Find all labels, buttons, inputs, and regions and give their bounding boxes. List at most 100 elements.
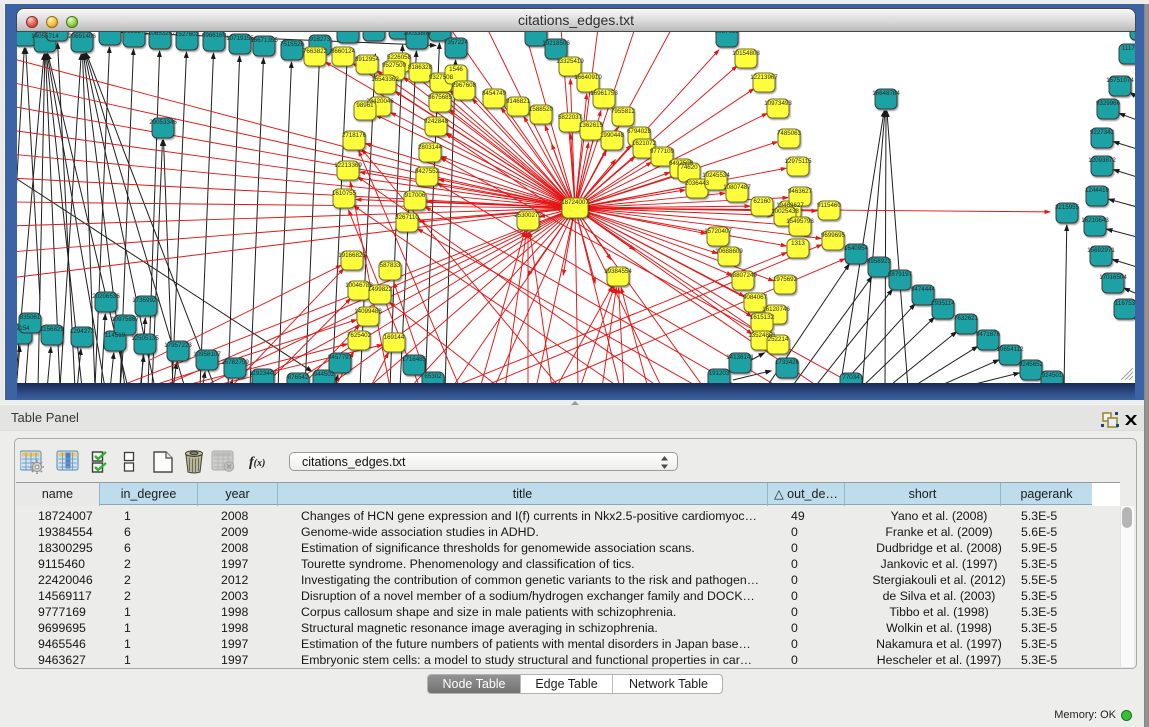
svg-text:1294273: 1294273 [70,328,95,335]
svg-text:16543362: 16543362 [371,76,399,83]
svg-text:14136141: 14136141 [726,354,754,361]
svg-text:1615132: 1615132 [750,314,775,321]
svg-text:924501: 924501 [1042,372,1063,379]
svg-text:10025438: 10025438 [771,208,799,215]
svg-text:17359924: 17359924 [132,297,160,304]
svg-text:3675685: 3675685 [428,94,453,101]
svg-text:15751074: 15751074 [1106,77,1134,84]
svg-text:17016504: 17016504 [1099,274,1127,281]
svg-text:9699695: 9699695 [821,232,846,239]
svg-text:8958923: 8958923 [867,258,892,265]
svg-text:9245652: 9245652 [1019,361,1044,368]
svg-text:16210643: 16210643 [1081,217,1109,224]
svg-text:1588520: 1588520 [529,106,554,113]
svg-text:19384554: 19384554 [604,268,632,275]
svg-text:16648784: 16648784 [872,90,900,97]
svg-text:835061: 835061 [20,314,41,321]
svg-text:8471876: 8471876 [976,331,1001,338]
svg-text:12505135: 12505135 [131,335,159,342]
svg-text:f(x): f(x) [249,455,265,470]
svg-text:12213369: 12213369 [334,162,362,169]
svg-text:10245534: 10245534 [702,172,730,179]
svg-text:10973493: 10973493 [764,100,792,107]
svg-text:25300273: 25300273 [514,212,542,219]
svg-text:1716485: 1716485 [402,356,427,363]
svg-text:9227342: 9227342 [1090,129,1115,136]
svg-text:11923448: 11923448 [249,370,277,377]
svg-text:8660124: 8660124 [331,48,356,55]
svg-text:9146821: 9146821 [506,98,531,105]
svg-text:16671355: 16671355 [250,37,278,44]
svg-text:77034: 77034 [842,374,860,381]
svg-text:16961758: 16961758 [590,90,618,97]
svg-text:1610755: 1610755 [332,190,357,197]
svg-text:9457791: 9457791 [328,354,353,361]
svg-text:965327: 965327 [124,31,145,35]
svg-text:15495798: 15495798 [786,218,814,225]
svg-text:9115460: 9115460 [817,202,841,209]
svg-text:7632621: 7632621 [954,315,979,322]
svg-text:2803144: 2803144 [418,144,443,151]
svg-text:2718176: 2718176 [342,132,367,139]
svg-text:65302: 65302 [424,373,442,380]
svg-text:20206536: 20206536 [92,293,120,300]
svg-text:11172: 11172 [1122,45,1135,52]
svg-text:1621072: 1621072 [632,140,657,147]
svg-text:1640954: 1640954 [844,245,869,252]
svg-text:6879197: 6879197 [888,271,913,278]
svg-text:16782759: 16782759 [221,359,249,366]
svg-text:9463627: 9463627 [788,188,813,195]
svg-text:20691406: 20691406 [68,33,96,40]
svg-text:7663822: 7663822 [303,48,328,55]
svg-text:9527500: 9527500 [382,62,407,69]
svg-text:2087682: 2087682 [715,31,740,35]
svg-text:191203: 191203 [709,370,730,377]
svg-text:876542: 876542 [288,374,309,381]
svg-text:116753: 116753 [1115,300,1135,307]
svg-text:7357224: 7357224 [444,39,469,46]
svg-text:8912954: 8912954 [355,56,380,63]
svg-text:1546: 1546 [449,66,463,73]
svg-text:8427552: 8427552 [415,168,440,175]
svg-text:9084067: 9084067 [743,294,768,301]
svg-text:1733426: 1733426 [775,359,800,366]
svg-text:9327508: 9327508 [429,74,454,81]
svg-text:16120746: 16120746 [762,306,790,313]
svg-text:252214: 252214 [768,336,789,343]
svg-text:918273: 918273 [310,36,331,43]
svg-text:12213967: 12213967 [750,74,778,81]
svg-text:6794028: 6794028 [627,128,652,135]
svg-text:1313: 1313 [791,240,805,247]
svg-text:917006: 917006 [405,192,426,199]
svg-text:9242848: 9242848 [424,118,449,125]
svg-text:944502: 944502 [314,371,335,378]
svg-text:15720407: 15720407 [704,228,732,235]
svg-text:6966160: 6966160 [202,32,227,39]
svg-text:1244419: 1244419 [1085,187,1110,194]
svg-text:10807487: 10807487 [723,184,751,191]
svg-text:10154808: 10154808 [732,50,760,57]
svg-text:19166825: 19166825 [338,252,366,259]
svg-text:3267110: 3267110 [395,214,419,221]
svg-text:14055714: 14055714 [31,33,59,40]
svg-text:2967608: 2967608 [452,82,477,89]
svg-text:7515526: 7515526 [280,41,305,48]
svg-text:98961: 98961 [356,102,374,109]
svg-text:114519: 114519 [105,332,126,339]
svg-text:2036443: 2036443 [685,180,710,187]
svg-text:1990448: 1990448 [600,132,625,139]
svg-text:169144: 169144 [384,334,405,341]
svg-text:18807249: 18807249 [729,272,757,279]
svg-text:17957223: 17957223 [164,342,192,349]
svg-text:7955812: 7955812 [611,108,636,115]
svg-text:8813054: 8813054 [524,31,549,34]
svg-text:13325419: 13325419 [556,58,584,65]
svg-text:10033809: 10033809 [403,31,431,37]
svg-text:29053346: 29053346 [149,119,177,126]
svg-text:7625402: 7625402 [347,332,372,339]
svg-text:18724007: 18724007 [561,199,589,206]
svg-text:3215955: 3215955 [1055,204,1080,211]
svg-text:587833: 587833 [380,262,401,269]
svg-text:1975692: 1975692 [773,276,798,283]
svg-text:10975867: 10975867 [111,316,139,323]
